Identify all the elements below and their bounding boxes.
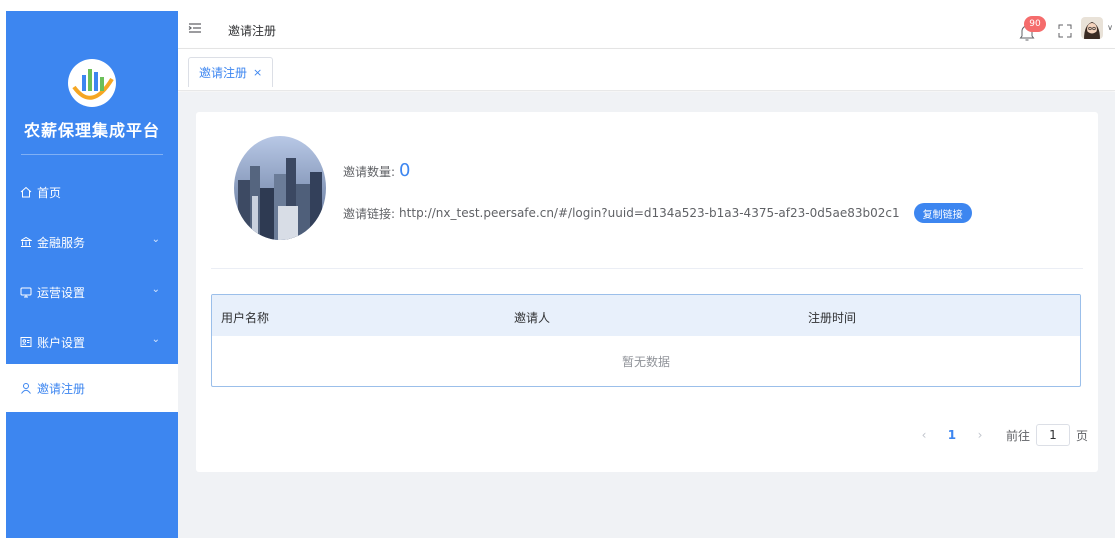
breadcrumb: 邀请注册: [228, 24, 277, 38]
chevron-down-icon[interactable]: ∨: [1107, 23, 1113, 32]
bank-icon: [20, 236, 32, 248]
invite-link-url: http://nx_test.peersafe.cn/#/login?uuid=…: [399, 206, 900, 220]
goto-page-input[interactable]: 1: [1035, 424, 1070, 446]
sidebar-item-label: 邀请注册: [37, 381, 86, 396]
invite-count-row: 邀请数量: 0: [343, 160, 411, 181]
column-header-inviter: 邀请人: [514, 311, 551, 325]
prev-page-button[interactable]: ‹: [910, 428, 938, 442]
chevron-down-icon: ⌄: [151, 284, 160, 295]
page-suffix-label: 页: [1075, 428, 1088, 443]
page-number-current[interactable]: 1: [938, 428, 966, 442]
column-header-username: 用户名称: [221, 311, 270, 325]
sidebar-divider: [21, 154, 163, 155]
sidebar-item-invite-register[interactable]: 邀请注册: [6, 364, 178, 412]
tab-bar: 邀请注册 ×: [178, 49, 1115, 91]
table-header: 用户名称 邀请人 注册时间: [212, 295, 1080, 336]
sidebar-item-home[interactable]: 首页: [6, 169, 178, 215]
top-header: 邀请注册 90 ∨: [178, 11, 1115, 49]
fullscreen-icon[interactable]: [1057, 23, 1073, 39]
chevron-down-icon: ⌄: [151, 234, 160, 245]
menu-toggle-icon[interactable]: [188, 21, 202, 35]
home-icon: [20, 186, 32, 198]
sidebar: 农薪保理集成平台 首页 金融服务 ⌄ 运营设置 ⌄ 账户设置 ⌄ 邀请注册: [6, 11, 178, 538]
platform-logo: [6, 57, 178, 109]
account-card-icon: [20, 336, 32, 348]
sidebar-item-label: 账户设置: [37, 335, 86, 350]
sidebar-item-account-settings[interactable]: 账户设置 ⌄: [6, 319, 178, 365]
invite-table: 用户名称 邀请人 注册时间 暂无数据: [211, 294, 1081, 387]
notification-badge: 90: [1024, 16, 1046, 32]
invite-link-row: 邀请链接: http://nx_test.peersafe.cn/#/login…: [343, 203, 972, 223]
cityscape-image: [234, 136, 326, 240]
operations-icon: [20, 286, 32, 298]
invite-count-value: 0: [399, 160, 411, 181]
table-empty-text: 暂无数据: [621, 354, 670, 369]
column-header-register-time: 注册时间: [808, 311, 857, 325]
sidebar-item-financial-services[interactable]: 金融服务 ⌄: [6, 219, 178, 265]
invite-link-label: 邀请链接:: [343, 206, 396, 221]
sidebar-item-label: 运营设置: [37, 285, 86, 300]
close-icon[interactable]: ×: [253, 66, 262, 79]
user-icon: [20, 382, 32, 394]
sidebar-item-operations[interactable]: 运营设置 ⌄: [6, 269, 178, 315]
platform-title: 农薪保理集成平台: [23, 121, 160, 140]
invite-count-label: 邀请数量:: [343, 165, 396, 179]
sidebar-item-label: 首页: [37, 185, 62, 200]
copy-link-button[interactable]: 复制链接: [913, 203, 972, 223]
notification-button[interactable]: 90: [1018, 16, 1046, 43]
tab-invite-register[interactable]: 邀请注册 ×: [188, 57, 274, 87]
chevron-down-icon: ⌄: [151, 334, 160, 345]
invite-card: 邀请数量: 0 邀请链接: http://nx_test.peersafe.cn…: [196, 112, 1098, 472]
user-avatar[interactable]: [1081, 17, 1103, 39]
pagination: ‹ 1 › 前往 1 页: [910, 424, 1088, 446]
goto-label: 前往: [1005, 428, 1030, 443]
card-divider: [211, 268, 1083, 269]
next-page-button[interactable]: ›: [966, 428, 994, 442]
sidebar-item-label: 金融服务: [37, 235, 86, 250]
tab-label: 邀请注册: [199, 66, 248, 80]
